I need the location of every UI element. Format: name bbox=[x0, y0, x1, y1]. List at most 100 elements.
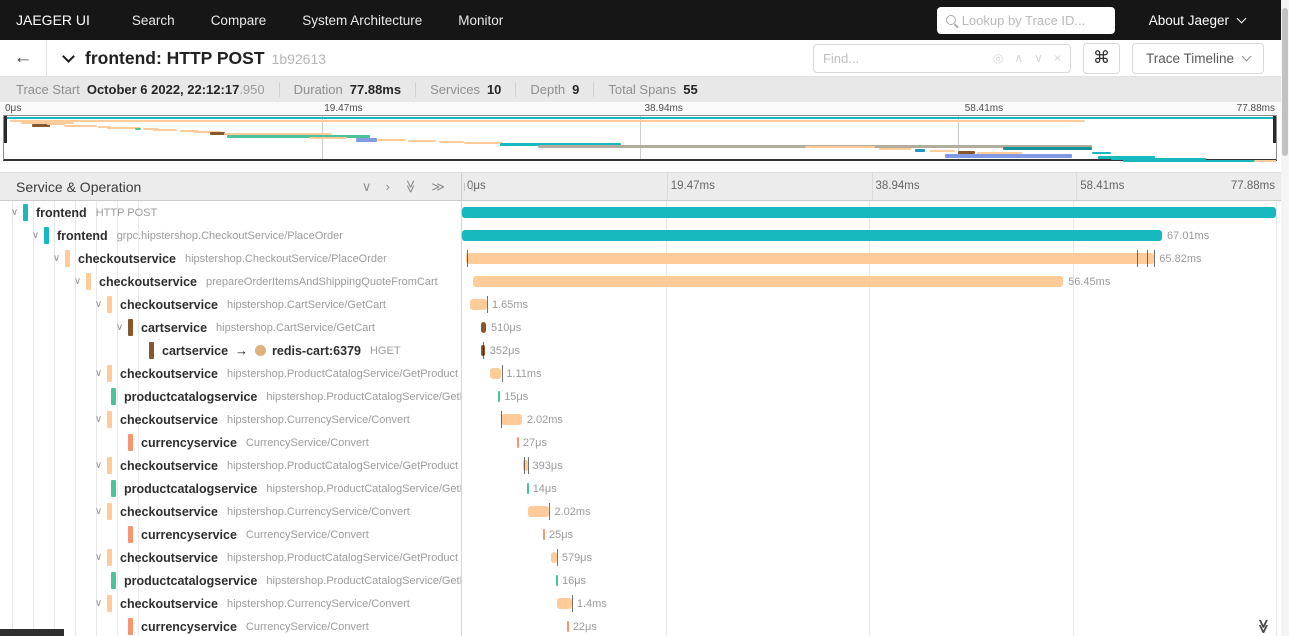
span-duration-label: 393μs bbox=[532, 460, 563, 472]
span-row-timeline-cell bbox=[462, 201, 1276, 224]
keyboard-shortcuts-button[interactable]: ⌘ bbox=[1082, 42, 1120, 74]
span-row[interactable]: ∨ checkoutservice prepareOrderItemsAndShip… bbox=[0, 270, 1281, 293]
find-input[interactable] bbox=[822, 50, 993, 66]
span-row[interactable]: currencyservice CurrencyService/Convert 22… bbox=[0, 615, 1281, 636]
span-row[interactable]: currencyservice CurrencyService/Convert 27… bbox=[0, 431, 1281, 454]
chevron-down-icon[interactable]: ∨ bbox=[6, 207, 23, 218]
minimap-drag-handle-right[interactable] bbox=[1273, 116, 1276, 143]
span-bar[interactable] bbox=[556, 575, 559, 586]
expand-all-icon[interactable]: ≫ bbox=[431, 180, 445, 193]
trace-summary-bar: Trace Start October 6 2022, 22:12:17.950 D… bbox=[0, 77, 1281, 102]
collapse-all-icon[interactable]: ≫ bbox=[403, 180, 418, 194]
nav-item-search[interactable]: Search bbox=[132, 13, 175, 28]
span-bar[interactable] bbox=[480, 322, 486, 333]
span-row[interactable]: ∨ checkoutservice hipstershop.CartService/… bbox=[0, 293, 1281, 316]
prev-match-icon[interactable]: ∧ bbox=[1014, 51, 1023, 65]
minimap-span bbox=[1123, 160, 1276, 162]
span-row[interactable]: ∨ frontend grpc.hipstershop.CheckoutServic… bbox=[0, 224, 1281, 247]
span-bar[interactable] bbox=[557, 598, 572, 609]
span-bar[interactable] bbox=[500, 414, 522, 425]
chevron-down-icon[interactable]: ∨ bbox=[90, 414, 107, 425]
vertical-scrollbar-thumb[interactable] bbox=[1282, 8, 1288, 156]
service-name: productcatalogservice bbox=[124, 389, 258, 404]
span-row[interactable]: ∨ cartservice hipstershop.CartService/GetC… bbox=[0, 316, 1281, 339]
panel-divider[interactable] bbox=[461, 201, 462, 636]
span-row-timeline-cell: 510μs bbox=[462, 316, 1276, 339]
chevron-down-icon[interactable]: ∨ bbox=[90, 368, 107, 379]
span-bar[interactable] bbox=[516, 437, 519, 448]
span-row-name-cell: ∨ checkoutservice prepareOrderItemsAndShip… bbox=[0, 270, 462, 293]
trace-view-selector[interactable]: Trace Timeline bbox=[1131, 42, 1264, 74]
clear-find-icon[interactable]: × bbox=[1054, 51, 1061, 65]
collapse-trace-detail-icon[interactable] bbox=[62, 49, 75, 63]
span-bar[interactable] bbox=[542, 529, 545, 540]
chevron-down-icon[interactable]: ∨ bbox=[27, 230, 44, 241]
span-row[interactable]: ∨ checkoutservice hipstershop.ProductCatal… bbox=[0, 546, 1281, 569]
chevron-down-icon[interactable]: ∨ bbox=[90, 460, 107, 471]
minimap-drag-handle-left[interactable] bbox=[4, 116, 7, 143]
span-row[interactable]: ∨ checkoutservice hipstershop.CurrencyServ… bbox=[0, 592, 1281, 615]
span-row-timeline-cell: 15μs bbox=[462, 385, 1276, 408]
span-row[interactable]: ∨ checkoutservice hipstershop.CurrencyServ… bbox=[0, 408, 1281, 431]
next-match-icon[interactable]: ∨ bbox=[1034, 51, 1043, 65]
vertical-scrollbar[interactable] bbox=[1281, 0, 1289, 636]
span-row-name-cell: productcatalogservice hipstershop.Product… bbox=[0, 477, 462, 500]
span-bar[interactable] bbox=[526, 483, 529, 494]
span-row[interactable]: cartservice → redis-cart:6379 HGET 352μs bbox=[0, 339, 1281, 362]
time-tick-label: 77.88ms bbox=[1236, 103, 1275, 114]
chevron-down-icon[interactable]: ∨ bbox=[90, 598, 107, 609]
chevron-down-icon[interactable]: ∨ bbox=[90, 299, 107, 310]
span-bar[interactable] bbox=[498, 391, 501, 402]
chevron-down-icon[interactable]: ∨ bbox=[90, 506, 107, 517]
span-row[interactable]: ∨ checkoutservice hipstershop.ProductCatal… bbox=[0, 454, 1281, 477]
span-row[interactable]: ∨ checkoutservice hipstershop.ProductCatal… bbox=[0, 362, 1281, 385]
column-resize-grip[interactable]: ❘❘ bbox=[461, 182, 475, 191]
chevron-down-icon[interactable]: ∨ bbox=[111, 322, 128, 333]
summary-item: Trace Start October 6 2022, 22:12:17.950 bbox=[16, 82, 279, 97]
span-row[interactable]: ∨ checkoutservice hipstershop.CurrencyServ… bbox=[0, 500, 1281, 523]
app-brand[interactable]: JAEGER UI bbox=[16, 12, 90, 28]
nav-item-system-architecture[interactable]: System Architecture bbox=[302, 13, 422, 28]
span-row[interactable]: productcatalogservice hipstershop.Product… bbox=[0, 569, 1281, 592]
collapse-one-icon[interactable]: ∨ bbox=[362, 180, 372, 193]
span-duration-label: 14μs bbox=[532, 483, 557, 495]
chevron-down-icon[interactable]: ∨ bbox=[48, 253, 65, 264]
chevron-down-icon[interactable]: ∨ bbox=[69, 276, 86, 287]
span-bar[interactable] bbox=[566, 621, 569, 632]
scroll-down-indicator-icon[interactable]: ≫ bbox=[1255, 619, 1272, 634]
chevron-down-icon[interactable]: ∨ bbox=[90, 552, 107, 563]
nav-item-compare[interactable]: Compare bbox=[211, 13, 267, 28]
span-bar[interactable] bbox=[469, 299, 487, 310]
span-bar[interactable] bbox=[462, 230, 1163, 241]
ruler-gridline bbox=[1076, 173, 1078, 200]
span-row[interactable]: ∨ frontend HTTP POST bbox=[0, 201, 1281, 224]
back-button[interactable]: ← bbox=[0, 40, 47, 76]
span-bar[interactable] bbox=[462, 207, 1276, 218]
summary-value: 9 bbox=[572, 82, 580, 97]
about-jaeger-menu[interactable]: About Jaeger bbox=[1149, 13, 1247, 28]
expand-one-icon[interactable]: › bbox=[385, 180, 389, 193]
span-bar[interactable] bbox=[466, 253, 1155, 264]
span-row-timeline-cell: 67.01ms bbox=[462, 224, 1276, 247]
trace-lookup-input[interactable] bbox=[961, 12, 1106, 28]
span-bar[interactable] bbox=[528, 506, 550, 517]
service-color-chip bbox=[128, 526, 133, 543]
nav-item-monitor[interactable]: Monitor bbox=[458, 13, 503, 28]
minimap-span bbox=[152, 129, 177, 131]
find-box: ◎ ∧ ∨ × bbox=[812, 43, 1071, 73]
span-bar[interactable] bbox=[489, 368, 502, 379]
match-focus-icon[interactable]: ◎ bbox=[993, 51, 1003, 65]
trace-header-bar: ← frontend: HTTP POST 1b92613 ◎ ∧ ∨ × ⌘ Trac… bbox=[0, 40, 1281, 77]
span-row[interactable]: currencyservice CurrencyService/Convert 25… bbox=[0, 523, 1281, 546]
span-row[interactable]: productcatalogservice hipstershop.Product… bbox=[0, 477, 1281, 500]
service-color-chip bbox=[107, 365, 112, 382]
span-row[interactable]: ∨ checkoutservice hipstershop.CheckoutServ… bbox=[0, 247, 1281, 270]
service-color-chip bbox=[111, 572, 116, 589]
span-bar[interactable] bbox=[472, 276, 1064, 287]
time-tick-label: 77.88ms bbox=[1230, 180, 1275, 192]
horizontal-scrollbar-thumb[interactable] bbox=[0, 629, 64, 636]
summary-item: Total Spans 55 bbox=[593, 82, 711, 97]
span-row[interactable]: productcatalogservice hipstershop.Product… bbox=[0, 385, 1281, 408]
timeline-minimap[interactable] bbox=[3, 115, 1277, 162]
ruler-gridline bbox=[666, 173, 668, 200]
